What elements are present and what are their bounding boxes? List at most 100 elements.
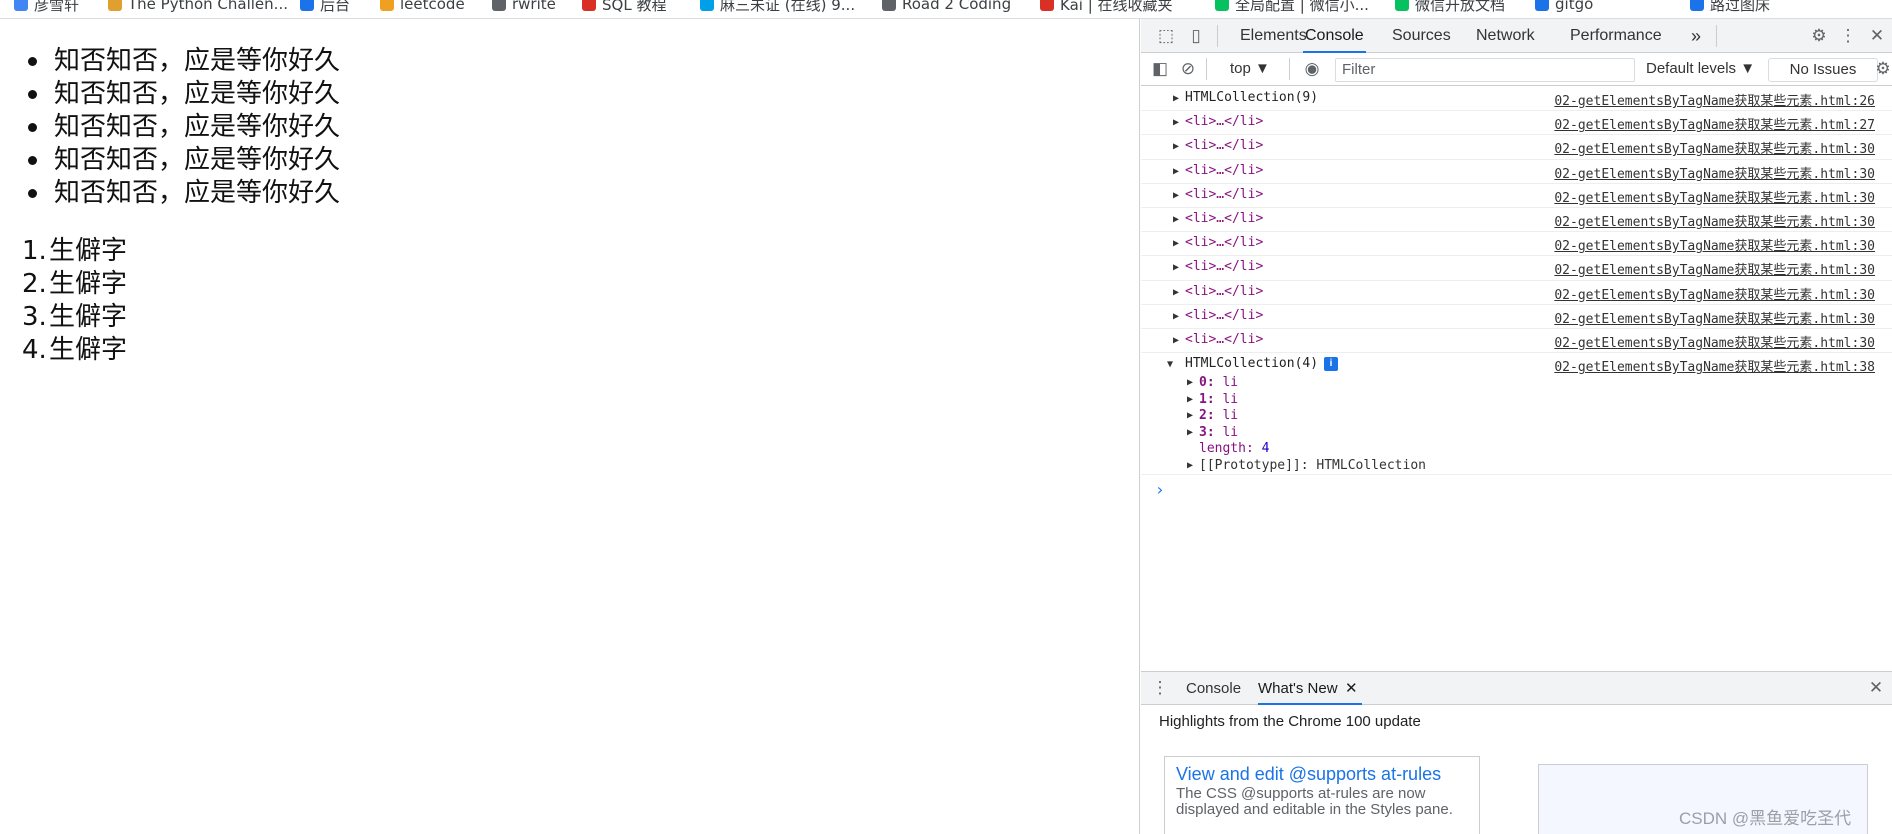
bookmark-item[interactable]: gitgo bbox=[1535, 0, 1593, 14]
expand-arrow-icon[interactable]: ▶ bbox=[1187, 377, 1193, 388]
console-message-text: <li>…</li> bbox=[1185, 235, 1264, 251]
expand-arrow-icon[interactable]: ▶ bbox=[1173, 238, 1179, 249]
bookmark-item[interactable]: SQL 教程 bbox=[582, 0, 666, 14]
expand-arrow-icon[interactable]: ▶ bbox=[1173, 335, 1179, 346]
console-message-row[interactable]: ▶ <li>…</li> 02-getElementsByTagName获取某些元素… bbox=[1141, 256, 1892, 281]
prototype-property[interactable]: ▶ [[Prototype]]: HTMLCollection bbox=[1141, 456, 1892, 476]
expand-arrow-icon[interactable]: ▶ bbox=[1173, 262, 1179, 273]
console-message-row[interactable]: ▶ <li>…</li> 02-getElementsByTagName获取某些元素… bbox=[1141, 281, 1892, 305]
expand-arrow-icon[interactable]: ▶ bbox=[1187, 460, 1193, 471]
expand-arrow-icon[interactable]: ▶ bbox=[1173, 287, 1179, 298]
tabbar-divider bbox=[1217, 25, 1218, 47]
source-link[interactable]: 02-getElementsByTagName获取某些元素.html:30 bbox=[1554, 308, 1875, 327]
filter-input[interactable]: Filter bbox=[1335, 58, 1635, 82]
expand-arrow-icon[interactable]: ▶ bbox=[1173, 311, 1179, 322]
bookmark-item[interactable]: leetcode bbox=[380, 0, 465, 14]
console-message-row[interactable]: ▶ HTMLCollection(9) 02-getElementsByTagNam… bbox=[1141, 87, 1892, 112]
console-message-row[interactable]: ▶ <li>…</li> 02-getElementsByTagName获取某些元素… bbox=[1141, 329, 1892, 354]
tab-elements[interactable]: Elements bbox=[1238, 19, 1309, 53]
expand-arrow-icon[interactable]: ▶ bbox=[1173, 93, 1179, 104]
expand-arrow-icon[interactable]: ▶ bbox=[1187, 410, 1193, 421]
more-tabs-button[interactable]: » bbox=[1689, 19, 1703, 53]
issues-button[interactable]: No Issues bbox=[1768, 58, 1878, 82]
source-link[interactable]: 02-getElementsByTagName获取某些元素.html:30 bbox=[1554, 259, 1875, 278]
feature-card[interactable]: View and edit @supports at-rules The CSS… bbox=[1164, 756, 1480, 834]
bookmark-label: 全局配置 | 微信小... bbox=[1235, 0, 1369, 14]
console-message-row[interactable]: ▶ <li>…</li> 02-getElementsByTagName获取某些元素… bbox=[1141, 232, 1892, 257]
info-icon[interactable]: i bbox=[1324, 357, 1339, 372]
bullet-icon bbox=[28, 57, 37, 66]
more-options-icon[interactable]: ⋮ bbox=[1837, 25, 1859, 47]
console-message-row[interactable]: ▶ <li>…</li> 02-getElementsByTagName获取某些元素… bbox=[1141, 160, 1892, 184]
console-prompt[interactable]: › bbox=[1155, 480, 1165, 499]
device-toolbar-icon[interactable]: ▯ bbox=[1185, 25, 1207, 47]
tabbar-divider-2 bbox=[1716, 25, 1717, 47]
bookmark-item[interactable]: 彦雪轩 bbox=[14, 0, 79, 14]
bookmark-item[interactable]: 全局配置 | 微信小... bbox=[1215, 0, 1369, 14]
prototype-text: [[Prototype]]: HTMLCollection bbox=[1199, 457, 1426, 473]
tab-performance[interactable]: Performance bbox=[1568, 19, 1664, 53]
ordered-item-number: 4. bbox=[22, 335, 47, 365]
bookmark-item[interactable]: 微信开放文档 bbox=[1395, 0, 1505, 14]
devtools-tabbar: ⬚ ▯ Elements Console Sources Network Per… bbox=[1141, 19, 1892, 53]
bookmark-item[interactable]: 路过图床 bbox=[1690, 0, 1770, 14]
inspect-element-icon[interactable]: ⬚ bbox=[1155, 25, 1177, 47]
source-link[interactable]: 02-getElementsByTagName获取某些元素.html:30 bbox=[1554, 211, 1875, 230]
source-link[interactable]: 02-getElementsByTagName获取某些元素.html:30 bbox=[1554, 332, 1875, 351]
source-link[interactable]: 02-getElementsByTagName获取某些元素.html:30 bbox=[1554, 284, 1875, 303]
close-devtools-icon[interactable]: ✕ bbox=[1866, 25, 1888, 47]
console-message-row[interactable]: ▶ <li>…</li> 02-getElementsByTagName获取某些元素… bbox=[1141, 184, 1892, 208]
collection-label: HTMLCollection(4) bbox=[1185, 356, 1319, 372]
source-link[interactable]: 02-getElementsByTagName获取某些元素.html:30 bbox=[1554, 235, 1875, 254]
bookmark-item[interactable]: rwrite bbox=[492, 0, 556, 14]
bookmark-item[interactable]: 麻三未证 (在线) 9... bbox=[700, 0, 855, 14]
drawer-menu-icon[interactable]: ⋮ bbox=[1149, 677, 1171, 699]
bullet-icon bbox=[28, 156, 37, 165]
tab-network[interactable]: Network bbox=[1474, 19, 1537, 53]
source-link[interactable]: 02-getElementsByTagName获取某些元素.html:30 bbox=[1554, 138, 1875, 157]
drawer-tab-whats-new[interactable]: What's New ✕ bbox=[1258, 672, 1362, 705]
bookmark-label: rwrite bbox=[512, 0, 556, 13]
expand-arrow-icon[interactable]: ▶ bbox=[1173, 190, 1179, 201]
source-link[interactable]: 02-getElementsByTagName获取某些元素.html:27 bbox=[1554, 114, 1875, 133]
bookmark-item[interactable]: Road 2 Coding bbox=[882, 0, 1011, 14]
expand-arrow-icon[interactable]: ▶ bbox=[1173, 166, 1179, 177]
expand-arrow-icon[interactable]: ▶ bbox=[1187, 394, 1193, 405]
context-selector[interactable]: top ▼ bbox=[1230, 59, 1270, 79]
close-drawer-icon[interactable]: ✕ bbox=[1865, 677, 1887, 699]
source-link[interactable]: 02-getElementsByTagName获取某些元素.html:30 bbox=[1554, 163, 1875, 182]
bookmark-item[interactable]: The Python Challen... bbox=[108, 0, 288, 14]
bookmark-label: 微信开放文档 bbox=[1415, 0, 1506, 14]
list-item-text: 知否知否，应是等你好久 bbox=[54, 112, 341, 142]
tab-console[interactable]: Console bbox=[1303, 19, 1366, 53]
bookmark-label: leetcode bbox=[400, 0, 465, 13]
settings-gear-icon[interactable]: ⚙ bbox=[1808, 25, 1830, 47]
console-message-row[interactable]: ▶ <li>…</li> 02-getElementsByTagName获取某些元素… bbox=[1141, 111, 1892, 136]
sidebar-toggle-icon[interactable]: ◧ bbox=[1149, 58, 1171, 80]
console-message-row[interactable]: ▶ <li>…</li> 02-getElementsByTagName获取某些元素… bbox=[1141, 305, 1892, 329]
source-link[interactable]: 02-getElementsByTagName获取某些元素.html:26 bbox=[1554, 90, 1875, 109]
ordered-item: 3. 生僻字 bbox=[22, 301, 127, 334]
console-settings-icon[interactable]: ⚙ bbox=[1872, 58, 1892, 80]
log-levels-dropdown[interactable]: Default levels ▼ bbox=[1646, 59, 1755, 79]
console-message-row[interactable]: ▶ <li>…</li> 02-getElementsByTagName获取某些元素… bbox=[1141, 208, 1892, 233]
bookmark-item[interactable]: 后台 bbox=[300, 0, 350, 14]
bookmark-item[interactable]: Kai | 在线收藏夹 bbox=[1040, 0, 1173, 14]
ordered-item-text: 生僻字 bbox=[49, 335, 128, 365]
feature-card-title[interactable]: View and edit @supports at-rules bbox=[1176, 762, 1468, 786]
source-link[interactable]: 02-getElementsByTagName获取某些元素.html:30 bbox=[1554, 187, 1875, 206]
feature-card-body: The CSS @supports at-rules are now displ… bbox=[1176, 785, 1453, 818]
tab-sources[interactable]: Sources bbox=[1390, 19, 1453, 53]
expand-arrow-icon[interactable]: ▶ bbox=[1187, 427, 1193, 438]
expand-arrow-icon[interactable]: ▶ bbox=[1173, 214, 1179, 225]
console-message-row[interactable]: ▶ <li>…</li> 02-getElementsByTagName获取某些元素… bbox=[1141, 135, 1892, 160]
close-tab-icon[interactable]: ✕ bbox=[1345, 672, 1358, 705]
eye-icon[interactable]: ◉ bbox=[1301, 58, 1323, 80]
clear-console-icon[interactable]: ⊘ bbox=[1177, 58, 1199, 80]
collapse-arrow-icon[interactable]: ▼ bbox=[1167, 359, 1173, 370]
drawer-tab-console[interactable]: Console bbox=[1186, 672, 1241, 705]
toolbar-divider bbox=[1206, 58, 1207, 80]
collection-item-value: li bbox=[1222, 391, 1239, 407]
expand-arrow-icon[interactable]: ▶ bbox=[1173, 117, 1179, 128]
expand-arrow-icon[interactable]: ▶ bbox=[1173, 141, 1179, 152]
